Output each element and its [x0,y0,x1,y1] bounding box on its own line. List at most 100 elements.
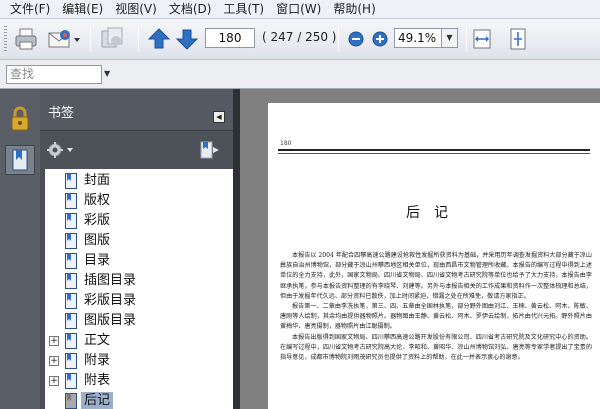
page-count-label: ( 247 / 250 ) [262,30,337,44]
zoom-input[interactable]: 49.1% [394,28,442,48]
bookmark-item[interactable]: 版权 [45,191,233,211]
panel-collapse-button[interactable]: ◀ [213,111,225,123]
bookmark-label: 附表 [84,373,111,388]
page-number-input[interactable]: 180 [205,28,255,48]
bookmark-item[interactable]: 插图目录 [45,271,233,291]
print-button[interactable] [12,25,40,53]
bookmark-icon [65,313,77,329]
toolbar-separator [90,26,91,52]
toolbar-separator [138,26,139,52]
body-paragraph: 本报告以 2004 年配合四攀高速公路建设抢救性发掘所获资料为基础，并采用历年调… [280,252,592,300]
bookmark-icon [65,293,77,309]
email-button[interactable] [46,25,82,53]
bookmark-icon [65,393,77,409]
menu-file[interactable]: 文件(F) [4,0,56,19]
panel-header: 书签 ◀ [40,89,233,131]
expand-toggle[interactable]: + [49,376,59,386]
bookmark-icon [65,373,77,389]
bookmark-item[interactable]: 图版目录 [45,311,233,331]
bookmark-label: 彩版 [84,213,111,228]
bookmark-panel-icon [12,149,28,171]
bookmark-icon [65,273,77,289]
body-paragraph: 本报告出版得到国家文物局、四川攀西高速公路开发股份有限公司、四川省考古研究院及文… [280,333,592,362]
fit-width-button[interactable] [470,25,494,53]
email-icon [48,30,80,48]
bookmark-icon [65,353,77,369]
bookmark-item[interactable]: 彩版 [45,211,233,231]
menu-view[interactable]: 视图(V) [109,0,163,19]
bookmark-label: 图版 [84,233,111,248]
zoom-in-icon [372,31,388,47]
lock-icon [11,106,29,131]
bookmark-item[interactable]: 彩版目录 [45,291,233,311]
zoom-out-icon [348,31,364,47]
zoom-in-button[interactable] [370,25,390,53]
bookmark-icon [65,253,77,269]
bookmark-item[interactable]: 目录 [45,251,233,271]
expand-toggle[interactable]: + [49,336,59,346]
page-body: 本报告以 2004 年配合四攀高速公路建设抢救性发掘所获资料为基础，并采用历年调… [280,251,592,363]
bookmark-label: 版权 [84,193,111,208]
find-dropdown-button[interactable]: ▼ [104,69,110,78]
find-bar: 查找 ▼ [0,60,600,89]
bookmark-label: 后记 [81,392,114,409]
header-rule [278,149,590,151]
bookmark-item[interactable]: 后记 [45,391,233,409]
prev-page-icon [147,28,171,49]
options-button[interactable] [46,141,76,159]
collaborate-icon [101,27,123,48]
toolbar-separator [338,26,339,52]
security-button[interactable] [5,104,35,134]
bookmark-icon [65,193,77,209]
bookmark-item[interactable]: 图版 [45,231,233,251]
bookmark-label: 附录 [84,353,111,368]
bookmark-label: 插图目录 [84,273,137,288]
toolbar: 180 ( 247 / 250 ) 49.1% ▼ [0,19,600,60]
bookmark-label: 目录 [84,253,111,268]
bookmark-label: 封面 [84,173,111,188]
gear-icon [47,142,73,158]
navigation-strip [0,89,40,409]
zoom-dropdown-button[interactable]: ▼ [442,28,458,48]
bookmark-item[interactable]: 封面 [45,171,233,191]
expand-bookmark-button[interactable] [198,140,222,160]
next-page-button[interactable] [174,25,200,53]
fit-page-button[interactable] [506,25,530,53]
bookmark-label: 正文 [84,333,111,348]
expand-toggle[interactable]: + [49,356,59,366]
menu-bar: 文件(F) 编辑(E) 视图(V) 文档(D) 工具(T) 窗口(W) 帮助(H… [0,0,600,19]
bookmark-item[interactable]: + 附录 [45,351,233,371]
header-rule [278,153,590,154]
toolbar-grip[interactable] [4,26,7,52]
fit-width-icon [473,29,491,49]
document-view[interactable]: 180 后记 本报告以 2004 年配合四攀高速公路建设抢救性发掘所获资料为基础… [240,89,600,409]
menu-tools[interactable]: 工具(T) [217,0,270,19]
bookmark-tree: 封面 版权 彩版 图版 目录 插图目录 彩版目录 图版目录 + 正文 + 附录 + 附表 后记 [45,169,233,409]
fit-page-icon [510,28,526,50]
document-page: 180 后记 本报告以 2004 年配合四攀高速公路建设抢救性发掘所获资料为基础… [268,103,600,409]
bookmark-icon [65,333,77,349]
zoom-out-button[interactable] [346,25,366,53]
bookmark-icon [65,233,77,249]
bookmark-icon [65,213,77,229]
toolbar-separator [466,26,467,52]
menu-help[interactable]: 帮助(H) [327,0,381,19]
bookmarks-panel: 书签 ◀ 封面 版权 彩版 图版 目录 插图目录 彩版目录 图版目录 + 正文 + 附录 + 附表 后记 [40,89,233,409]
menu-document[interactable]: 文档(D) [163,0,218,19]
bookmark-label: 彩版目录 [84,293,137,308]
bookmark-expand-icon [200,141,219,159]
print-icon [15,28,37,50]
bookmarks-button[interactable] [5,145,35,175]
bookmark-icon [65,173,77,189]
collaborate-button[interactable] [98,25,130,53]
menu-window[interactable]: 窗口(W) [270,0,327,19]
menu-edit[interactable]: 编辑(E) [56,0,109,19]
panel-toolbar [40,131,233,169]
panel-title: 书签 [48,106,75,121]
bookmark-item[interactable]: + 附表 [45,371,233,391]
prev-page-button[interactable] [146,25,172,53]
bookmark-item[interactable]: + 正文 [45,331,233,351]
panel-splitter[interactable] [233,89,240,409]
find-input[interactable]: 查找 [6,65,102,84]
next-page-icon [175,29,199,50]
